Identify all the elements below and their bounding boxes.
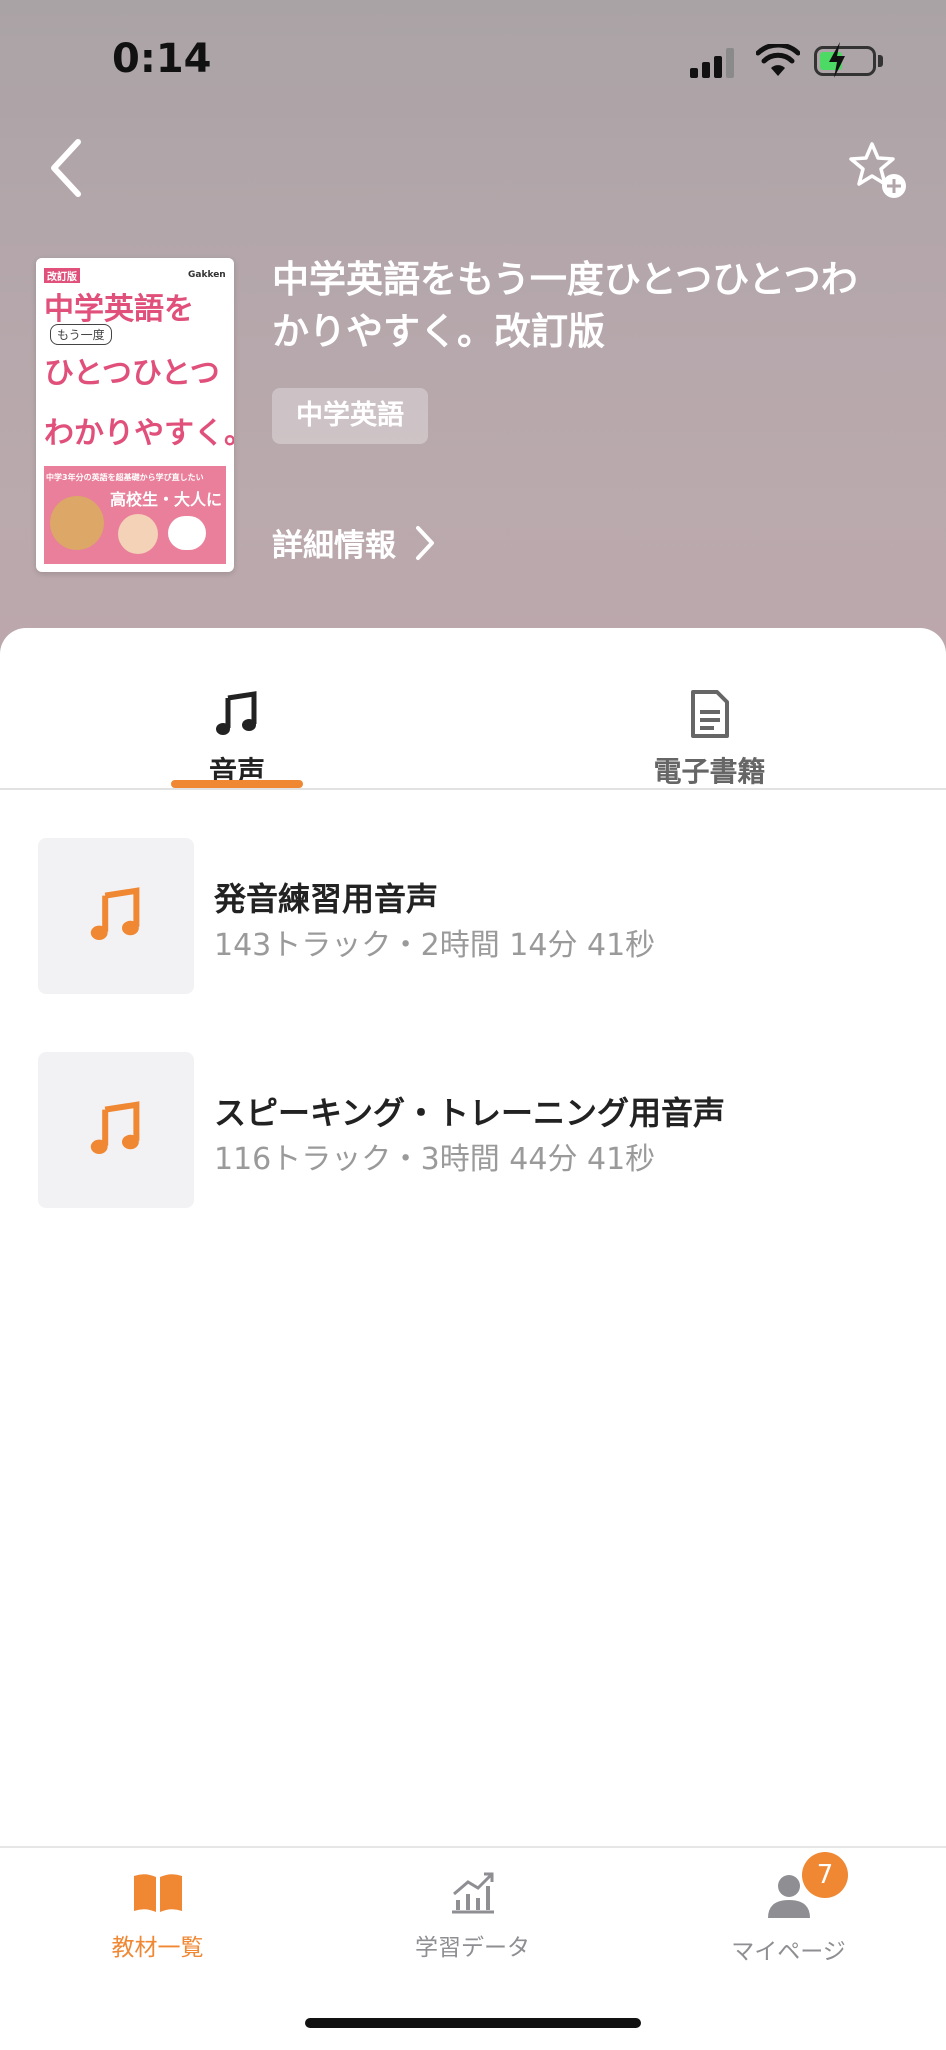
content-sheet: 音声 電子書籍 発音練習用音声 143トラック・2時間 14分 41秒 スピーキ… (0, 628, 946, 2048)
home-indicator[interactable] (305, 2018, 641, 2028)
music-note-icon (90, 1101, 140, 1154)
cover-line-1: 中学英語を (44, 292, 194, 327)
book-icon (133, 1874, 182, 1912)
category-tag: 中学英語 (272, 388, 428, 444)
track-meta: 143トラック・2時間 14分 41秒 (214, 928, 656, 963)
track-meta: 116トラック・3時間 44分 41秒 (214, 1142, 656, 1177)
active-tab-indicator (171, 780, 303, 788)
cover-tagline: 中学3年分の英語を超基礎から学び直したい (46, 473, 204, 482)
track-thumbnail (38, 1052, 194, 1208)
music-note-icon (216, 691, 257, 735)
nav-my-page[interactable]: マイページ (631, 1870, 946, 1966)
wifi-icon (756, 44, 800, 76)
chevron-right-icon (416, 525, 434, 560)
notification-badge: 7 (802, 1852, 848, 1898)
detail-info-label: 詳細情報 (272, 528, 396, 564)
chart-icon (451, 1872, 494, 1914)
track-item[interactable]: 発音練習用音声 143トラック・2時間 14分 41秒 (38, 838, 918, 994)
book-header: 0:14 改訂版 Gakken 中学英語を もう一度 ひとつひとつ わかりやすく… (0, 0, 946, 660)
book-title: 中学英語をもう一度ひとつひとつわかりやすく。改訂版 (272, 258, 858, 353)
tab-divider (0, 788, 946, 790)
document-icon (691, 690, 729, 738)
track-title: 発音練習用音声 (214, 880, 439, 918)
track-title: スピーキング・トレーニング用音声 (214, 1094, 726, 1132)
add-favorite-button[interactable] (846, 138, 910, 202)
cover-sticker (168, 516, 206, 550)
cover-medal-icon (50, 496, 104, 550)
cover-line-3: ひとつひとつ (44, 356, 220, 391)
cover-illustration (118, 514, 158, 554)
detail-info-link[interactable]: 詳細情報 (272, 520, 436, 565)
nav-materials[interactable]: 教材一覧 (0, 1870, 315, 1962)
nav-learning-data-label: 学習データ (415, 1935, 530, 1961)
nav-materials-label: 教材一覧 (111, 1935, 204, 1961)
tab-ebook[interactable]: 電子書籍 (473, 658, 946, 788)
book-cover[interactable]: 改訂版 Gakken 中学英語を もう一度 ひとつひとつ わかりやすく。 中学3… (36, 258, 234, 572)
cover-audience: 高校生・大人に (110, 490, 223, 509)
track-item[interactable]: スピーキング・トレーニング用音声 116トラック・3時間 44分 41秒 (38, 1052, 918, 1208)
charging-bolt-icon (829, 42, 845, 78)
cover-brand: Gakken (188, 270, 226, 280)
cover-line-2: もう一度 (50, 324, 112, 345)
cover-edition: 改訂版 (44, 268, 80, 283)
track-thumbnail (38, 838, 194, 994)
nav-learning-data[interactable]: 学習データ (315, 1870, 630, 1962)
music-note-icon (90, 887, 140, 940)
tab-audio[interactable]: 音声 (0, 658, 473, 788)
cover-line-4: わかりやすく。 (44, 416, 234, 451)
tab-ebook-label: 電子書籍 (653, 755, 766, 788)
status-time: 0:14 (112, 36, 212, 82)
nav-my-page-label: マイページ (731, 1939, 846, 1965)
cover-band: 中学3年分の英語を超基礎から学び直したい 高校生・大人に (44, 466, 226, 564)
back-button[interactable] (40, 128, 100, 208)
cellular-signal-icon (690, 48, 736, 78)
